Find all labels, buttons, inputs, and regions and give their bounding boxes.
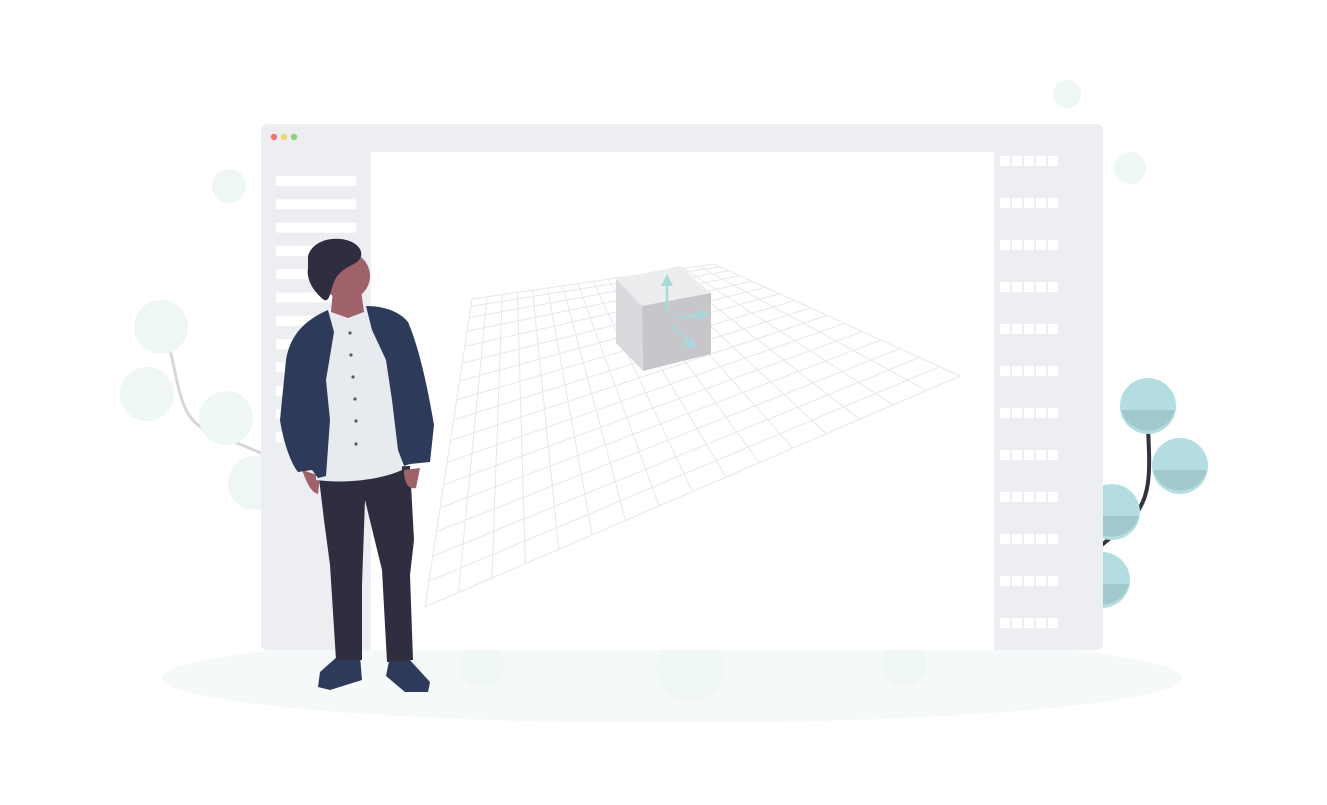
- panel-cell: [1036, 534, 1046, 544]
- panel-cell: [1024, 156, 1034, 166]
- panel-cell: [1024, 618, 1034, 628]
- panel-row[interactable]: [1000, 618, 1058, 628]
- empty-state-illustration: [120, 80, 1208, 723]
- panel-cell: [1012, 366, 1022, 376]
- panel-cell: [1012, 156, 1022, 166]
- maximize-dot[interactable]: [290, 133, 298, 141]
- panel-cell: [1012, 576, 1022, 586]
- panel-cell: [1048, 366, 1058, 376]
- panel-cell: [1048, 282, 1058, 292]
- panel-row[interactable]: [1000, 534, 1058, 544]
- panel-cell: [1048, 198, 1058, 208]
- panel-cell: [1024, 324, 1034, 334]
- panel-cell: [1036, 576, 1046, 586]
- panel-cell: [1012, 492, 1022, 502]
- panel-cell: [1000, 576, 1010, 586]
- panel-cell: [1000, 450, 1010, 460]
- plant-left: [120, 300, 282, 510]
- panel-cell: [1000, 408, 1010, 418]
- canvas-area: [371, 152, 994, 650]
- panel-row[interactable]: [1000, 240, 1058, 250]
- panel-cell: [1024, 198, 1034, 208]
- panel-cell: [1024, 282, 1034, 292]
- panel-cell: [1024, 576, 1034, 586]
- sidebar-row[interactable]: [276, 199, 356, 210]
- panel-cell: [1000, 534, 1010, 544]
- panel-cell: [1024, 366, 1034, 376]
- panel-cell: [1036, 156, 1046, 166]
- panel-row[interactable]: [1000, 282, 1058, 292]
- panel-cell: [1036, 492, 1046, 502]
- panel-row[interactable]: [1000, 576, 1058, 586]
- panel-cell: [1000, 240, 1010, 250]
- panel-cell: [1048, 534, 1058, 544]
- panel-cell: [1048, 156, 1058, 166]
- panel-cell: [1000, 198, 1010, 208]
- panel-cell: [1000, 366, 1010, 376]
- panel-row[interactable]: [1000, 366, 1058, 376]
- panel-cell: [1000, 324, 1010, 334]
- panel-cell: [1012, 534, 1022, 544]
- panel-cell: [1036, 324, 1046, 334]
- panel-cell: [1048, 240, 1058, 250]
- panel-cell: [1048, 576, 1058, 586]
- panel-cell: [1036, 240, 1046, 250]
- panel-cell: [1000, 618, 1010, 628]
- panel-cell: [1024, 408, 1034, 418]
- panel-cell: [1036, 198, 1046, 208]
- panel-cell: [1036, 450, 1046, 460]
- sidebar-row[interactable]: [276, 176, 356, 186]
- panel-cell: [1012, 324, 1022, 334]
- minimize-dot[interactable]: [280, 133, 288, 141]
- panel-cell: [1012, 408, 1022, 418]
- panel-row[interactable]: [1000, 324, 1058, 334]
- panel-cell: [1036, 408, 1046, 418]
- panel-cell: [1000, 492, 1010, 502]
- panel-cell: [1036, 282, 1046, 292]
- panel-cell: [1036, 366, 1046, 376]
- panel-cell: [1024, 240, 1034, 250]
- panel-cell: [1036, 618, 1046, 628]
- panel-cell: [1012, 198, 1022, 208]
- panel-cell: [1012, 618, 1022, 628]
- panel-cell: [1024, 450, 1034, 460]
- panel-cell: [1000, 156, 1010, 166]
- panel-cell: [1024, 492, 1034, 502]
- panel-cell: [1048, 324, 1058, 334]
- close-dot[interactable]: [270, 133, 278, 141]
- panel-cell: [1012, 240, 1022, 250]
- panel-cell: [1048, 408, 1058, 418]
- panel-cell: [1048, 492, 1058, 502]
- panel-cell: [1024, 534, 1034, 544]
- panel-cell: [1048, 450, 1058, 460]
- panel-cell: [1000, 282, 1010, 292]
- panel-row[interactable]: [1000, 450, 1058, 460]
- panel-row[interactable]: [1000, 492, 1058, 502]
- panel-row[interactable]: [1000, 408, 1058, 418]
- panel-row[interactable]: [1000, 198, 1058, 208]
- panel-cell: [1012, 282, 1022, 292]
- sidebar-row[interactable]: [276, 222, 356, 233]
- panel-row[interactable]: [1000, 156, 1058, 166]
- panel-cell: [1012, 450, 1022, 460]
- panel-cell: [1048, 618, 1058, 628]
